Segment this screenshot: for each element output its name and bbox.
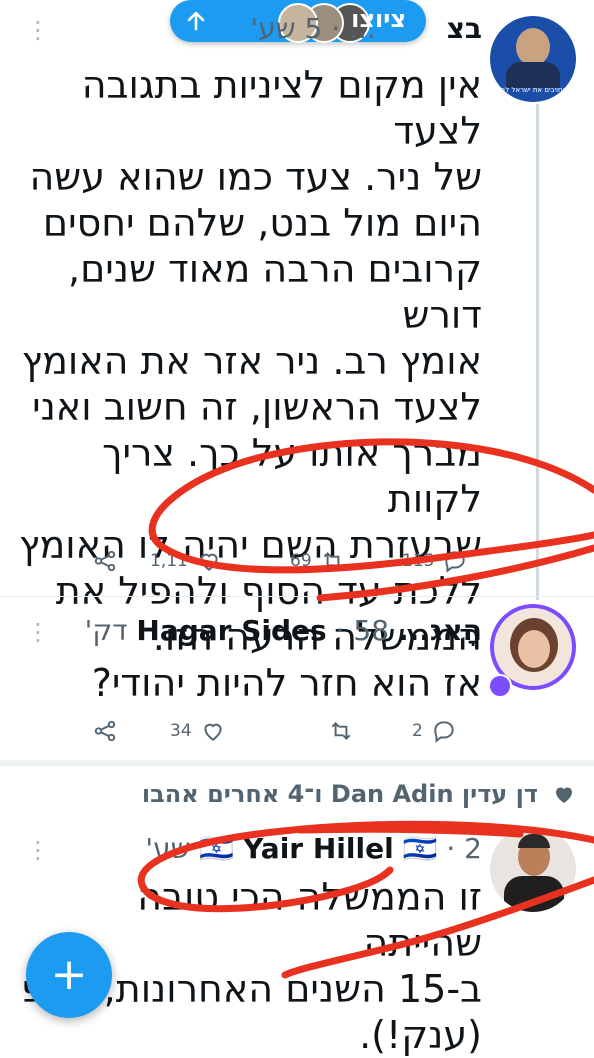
like-count: 34 [170,721,192,741]
tweet3-header: 🇮🇱 Yair Hillel 🇮🇱 · 2 שע' [145,832,482,865]
more-options-icon[interactable]: ⋮ [26,16,50,44]
avatar-shirt [504,876,564,912]
like-button[interactable]: 34 [170,718,226,744]
like-count: 1,11 [150,551,188,571]
tweet2-header: הָאג... Hagar Sides · 58 דק' [84,614,482,647]
avatar-tweet3[interactable] [490,826,576,912]
heart-filled-icon [556,787,572,803]
reply-icon [445,551,466,573]
tweet1-time[interactable]: 5 שע' [251,12,323,45]
avatar-face [518,630,550,668]
tweet1-author[interactable]: בצ [447,12,482,45]
flag-icon: 🇮🇱 [199,832,235,865]
avatar-hair [518,834,550,848]
reply-count: 115 [402,551,435,571]
share-icon [94,720,116,742]
verified-badge-icon [488,674,512,698]
reply-button[interactable]: 115 [402,548,468,574]
share-button[interactable] [92,548,118,574]
tweet2-name-he[interactable]: הָאג... [398,614,482,647]
avatar-caption: המחויבים את ישראל לביבי [494,86,572,94]
arrow-up-icon [187,11,205,31]
social-context-text: דן עדין Dan Adin ו־4 אחרים אהבו [141,780,538,808]
social-context: דן עדין Dan Adin ו־4 אחרים אהבו [142,780,576,808]
flag-icon: 🇮🇱 [402,832,438,865]
share-icon [94,550,116,572]
tweet3-name[interactable]: Yair Hillel [243,832,394,865]
avatar-tweet1[interactable]: המחויבים את ישראל לביבי [490,16,576,102]
compose-button[interactable]: + [26,932,112,1018]
divider [0,596,594,597]
retweet-icon [331,722,351,740]
heart-icon [200,553,218,571]
retweet-count: 69 [290,551,312,571]
tweet2-name-en[interactable]: Hagar Sides [136,614,326,647]
tweet1-ellipsis: ... [349,12,376,45]
reply-button[interactable]: 2 [412,718,457,744]
tweet1-header: בצ ... · 5 שע' [250,12,482,45]
retweet-button[interactable]: 69 [290,548,346,574]
more-options-icon[interactable]: ⋮ [26,836,50,864]
share-button[interactable] [92,718,118,744]
like-button[interactable]: 1,11 [150,548,222,574]
retweet-button[interactable] [328,718,354,744]
thread-line [536,104,539,600]
divider [0,760,594,766]
avatar-face [516,28,550,66]
tweet2-text: אז הוא חזר להיות יהודי? [91,661,482,705]
retweet-icon [323,552,342,570]
plus-icon: + [50,949,88,1000]
reply-count: 2 [412,721,423,741]
avatar-suit [506,62,560,88]
more-options-icon[interactable]: ⋮ [26,618,50,646]
reply-icon [434,721,454,743]
heart-icon [204,723,222,741]
